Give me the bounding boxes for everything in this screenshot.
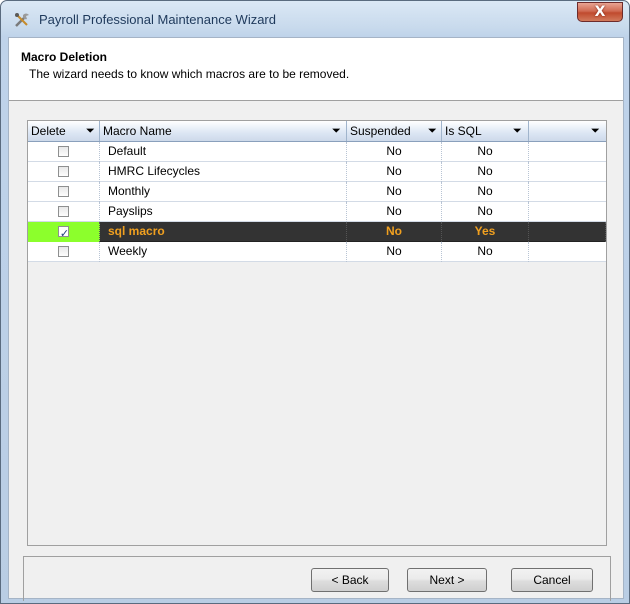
column-header-suspended[interactable]: Suspended ⏷ xyxy=(347,121,442,141)
column-header-macro-name[interactable]: Macro Name ⏷ xyxy=(100,121,347,141)
tools-icon xyxy=(15,13,29,27)
delete-cell[interactable] xyxy=(28,162,100,182)
table-row[interactable]: Monthly No No xyxy=(28,182,606,202)
is-sql-cell: No xyxy=(442,182,529,202)
suspended-cell: No xyxy=(347,142,442,162)
window-title: Payroll Professional Maintenance Wizard xyxy=(39,12,276,27)
delete-cell[interactable] xyxy=(28,242,100,262)
page-title: Macro Deletion xyxy=(21,50,108,64)
column-label: Macro Name xyxy=(103,124,172,138)
macro-name-cell: sql macro xyxy=(100,222,347,242)
close-icon: X xyxy=(594,4,606,20)
next-button[interactable]: Next > xyxy=(407,568,487,592)
macro-name-cell: Default xyxy=(100,142,347,162)
delete-cell[interactable] xyxy=(28,182,100,202)
macro-name-cell: Payslips xyxy=(100,202,347,222)
column-header-delete[interactable]: Delete ⏷ xyxy=(28,121,100,141)
suspended-cell: No xyxy=(347,162,442,182)
empty-cell xyxy=(529,182,606,202)
page-subtitle: The wizard needs to know which macros ar… xyxy=(29,67,350,81)
macro-name-cell: HMRC Lifecycles xyxy=(100,162,347,182)
column-label: Delete xyxy=(31,124,66,138)
delete-checkbox[interactable] xyxy=(58,186,69,197)
wizard-content: Macro Deletion The wizard needs to know … xyxy=(8,37,624,601)
table-row[interactable]: Payslips No No xyxy=(28,202,606,222)
suspended-cell: No xyxy=(347,222,442,242)
suspended-cell: No xyxy=(347,182,442,202)
empty-cell xyxy=(529,222,606,242)
close-button[interactable]: X xyxy=(577,2,623,22)
back-button[interactable]: < Back xyxy=(311,568,389,592)
wizard-header: Macro Deletion The wizard needs to know … xyxy=(9,38,623,101)
empty-cell xyxy=(529,162,606,182)
table-row[interactable]: Default No No xyxy=(28,142,606,162)
empty-cell xyxy=(529,142,606,162)
delete-cell[interactable] xyxy=(28,142,100,162)
delete-checkbox[interactable] xyxy=(58,246,69,257)
delete-checkbox[interactable] xyxy=(58,206,69,217)
column-label: Is SQL xyxy=(445,124,482,138)
filter-icon[interactable]: ⏷ xyxy=(513,121,522,141)
is-sql-cell: No xyxy=(442,242,529,262)
title-bar[interactable]: Payroll Professional Maintenance Wizard … xyxy=(1,1,629,37)
column-label: Suspended xyxy=(350,124,411,138)
empty-cell xyxy=(529,202,606,222)
suspended-cell: No xyxy=(347,202,442,222)
is-sql-cell: No xyxy=(442,142,529,162)
is-sql-cell: No xyxy=(442,202,529,222)
delete-checkbox[interactable] xyxy=(58,166,69,177)
checkmark-icon: ✓ xyxy=(59,227,70,240)
filter-icon[interactable]: ⏷ xyxy=(591,121,600,141)
is-sql-cell: Yes xyxy=(442,222,529,242)
filter-icon[interactable]: ⏷ xyxy=(428,121,437,141)
is-sql-cell: No xyxy=(442,162,529,182)
wizard-window: Payroll Professional Maintenance Wizard … xyxy=(0,0,630,604)
delete-cell[interactable] xyxy=(28,202,100,222)
delete-checkbox[interactable] xyxy=(58,146,69,157)
macro-grid[interactable]: Delete ⏷ Macro Name ⏷ Suspended ⏷ Is SQL… xyxy=(27,120,607,546)
delete-cell[interactable]: ✓ xyxy=(28,222,100,242)
table-row[interactable]: HMRC Lifecycles No No xyxy=(28,162,606,182)
macro-name-cell: Monthly xyxy=(100,182,347,202)
cancel-button[interactable]: Cancel xyxy=(511,568,593,592)
column-header-extra[interactable]: ⏷ xyxy=(529,121,606,141)
filter-icon[interactable]: ⏷ xyxy=(86,121,95,141)
delete-checkbox[interactable]: ✓ xyxy=(58,226,69,240)
grid-header: Delete ⏷ Macro Name ⏷ Suspended ⏷ Is SQL… xyxy=(28,121,606,142)
suspended-cell: No xyxy=(347,242,442,262)
empty-cell xyxy=(529,242,606,262)
table-row-selected[interactable]: ✓ sql macro No Yes xyxy=(28,222,606,242)
table-row[interactable]: Weekly No No xyxy=(28,242,606,262)
filter-icon[interactable]: ⏷ xyxy=(332,121,341,141)
column-header-is-sql[interactable]: Is SQL ⏷ xyxy=(442,121,529,141)
macro-name-cell: Weekly xyxy=(100,242,347,262)
